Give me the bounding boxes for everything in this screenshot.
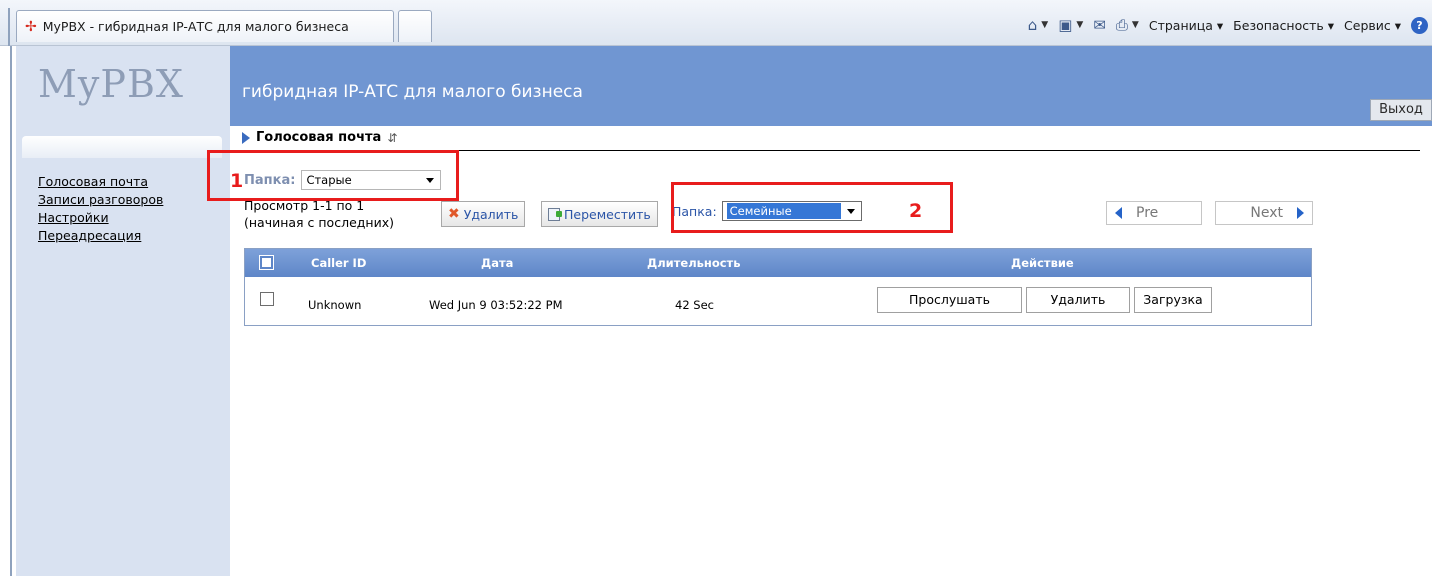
arrow-left-icon — [1115, 207, 1122, 219]
view-order: (начиная с последних) — [244, 215, 394, 230]
voicemail-table: Caller ID Дата Длительность Действие Unk… — [244, 248, 1312, 326]
delete-row-button[interactable]: Удалить — [1026, 287, 1130, 313]
feeds-icon[interactable]: ▣ — [1058, 16, 1072, 34]
home-icon[interactable]: ⌂ — [1028, 16, 1038, 34]
help-icon[interactable]: ? — [1411, 16, 1428, 34]
print-icon[interactable]: ⎙ — [1116, 16, 1128, 34]
frame-border — [10, 46, 12, 576]
annotation-box-1 — [207, 150, 459, 201]
view-info: Просмотр 1-1 по 1 (начиная с последних) — [244, 197, 394, 231]
prev-page-button[interactable]: Pre — [1106, 201, 1202, 225]
delete-label: Удалить — [463, 206, 519, 222]
service-menu[interactable]: Сервис ▾ — [1344, 18, 1401, 33]
delete-selected-button[interactable]: ✖ Удалить — [441, 201, 526, 227]
browser-toolbar: ✢ MyPBX - гибридная IP-АТС для малого би… — [0, 0, 1432, 46]
window-edge — [8, 8, 10, 46]
duration-cell: 42 Sec — [675, 298, 714, 312]
sidebar-nav: Голосовая почта Записи разговоров Настро… — [38, 174, 163, 244]
page-menu[interactable]: Страница ▾ — [1149, 18, 1223, 33]
chevron-down-icon[interactable]: ▼ — [1041, 20, 1048, 30]
column-action: Действие — [1011, 256, 1074, 270]
row-checkbox[interactable] — [260, 292, 274, 306]
sidebar-header — [22, 136, 222, 158]
new-tab-button[interactable] — [398, 10, 432, 42]
download-button[interactable]: Загрузка — [1134, 287, 1212, 313]
move-icon — [548, 207, 562, 221]
chevron-down-icon[interactable]: ▼ — [1132, 20, 1139, 30]
sidebar-item-forwarding[interactable]: Переадресация — [38, 228, 163, 244]
move-label: Переместить — [564, 206, 651, 222]
annotation-number-1: 1 — [230, 170, 244, 192]
site-favicon-icon: ✢ — [25, 18, 37, 35]
sidebar-item-voicemail[interactable]: Голосовая почта — [38, 174, 163, 190]
arrow-right-icon — [1297, 207, 1304, 219]
listen-button[interactable]: Прослушать — [877, 287, 1022, 313]
header-subtitle: гибридная IP-АТС для малого бизнеса — [242, 82, 583, 102]
move-button[interactable]: Переместить — [541, 201, 658, 227]
caller-id-cell: Unknown — [308, 298, 362, 312]
page-title: Голосовая почта — [256, 130, 382, 145]
prev-label: Pre — [1136, 205, 1159, 221]
annotation-number-2: 2 — [909, 200, 923, 222]
mail-icon[interactable]: ✉ — [1093, 16, 1106, 34]
sidebar-item-settings[interactable]: Настройки — [38, 210, 163, 226]
logout-button[interactable]: Выход — [1370, 99, 1432, 121]
tab-title: MyPBX - гибридная IP-АТС для малого бизн… — [42, 19, 349, 34]
section-header: Голосовая почта ⇵ — [242, 130, 397, 145]
column-date: Дата — [481, 256, 514, 270]
next-label: Next — [1250, 205, 1283, 221]
logo: MyPBX — [38, 62, 184, 106]
next-page-button[interactable]: Next — [1215, 201, 1313, 225]
sidebar-item-recordings[interactable]: Записи разговоров — [38, 192, 163, 208]
column-caller-id: Caller ID — [311, 256, 367, 270]
delete-icon: ✖ — [448, 206, 460, 222]
command-bar: ⌂ ▼ ▣ ▼ ✉ ⎙ ▼ Страница ▾ Безопасность ▾ Сер… — [1028, 12, 1432, 38]
select-all-checkbox[interactable] — [259, 255, 274, 270]
browser-tab[interactable]: ✢ MyPBX - гибридная IP-АТС для малого би… — [16, 10, 394, 42]
section-arrow-icon — [242, 131, 250, 144]
security-menu[interactable]: Безопасность ▾ — [1233, 18, 1334, 33]
chevron-down-icon[interactable]: ▼ — [1076, 20, 1083, 30]
date-cell: Wed Jun 9 03:52:22 PM — [429, 298, 563, 312]
refresh-icon[interactable]: ⇵ — [387, 131, 397, 145]
table-header: Caller ID Дата Длительность Действие — [245, 249, 1311, 277]
column-duration: Длительность — [647, 256, 741, 270]
